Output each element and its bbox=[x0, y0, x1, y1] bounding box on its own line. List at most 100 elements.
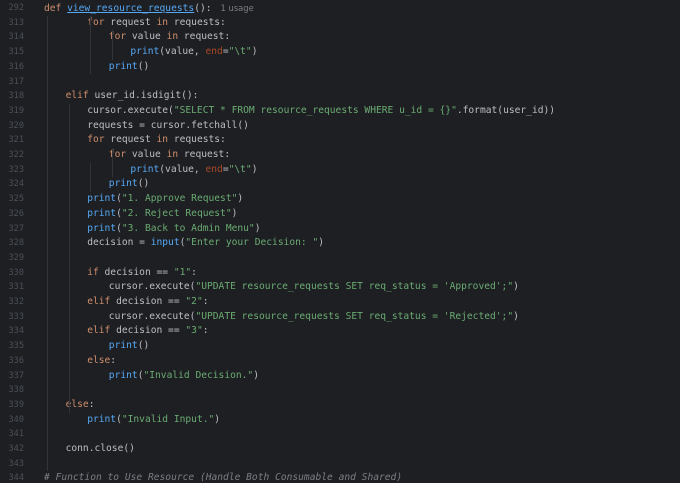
code-token: in bbox=[156, 134, 174, 146]
code-token: value bbox=[131, 149, 167, 160]
code-line[interactable]: 323 print(value, end="\t") bbox=[0, 163, 680, 178]
code-token: : bbox=[202, 296, 209, 307]
code-text: else: bbox=[66, 398, 95, 413]
usage-hint[interactable]: 1 usage bbox=[221, 3, 254, 13]
code-token: cursor.execute( bbox=[108, 310, 196, 322]
line-number: 292 bbox=[8, 3, 24, 13]
code-text: else: bbox=[87, 354, 116, 369]
code-token: requests: bbox=[173, 134, 226, 146]
code-line[interactable]: 329 bbox=[0, 251, 680, 266]
code-line[interactable]: 332 elif decision == "2": bbox=[0, 295, 680, 310]
code-token: : bbox=[191, 266, 197, 278]
code-text: elif decision == "3": bbox=[87, 324, 208, 339]
code-token: ) bbox=[214, 413, 221, 425]
code-line[interactable]: 292 def view_resource_requests(): 1 usage bbox=[0, 1, 680, 16]
code-text: for request in requests: bbox=[87, 133, 226, 148]
code-token: in bbox=[156, 16, 174, 28]
code-text: print(value, end="\t") bbox=[130, 163, 257, 178]
line-number: 313 bbox=[8, 17, 24, 28]
code-token: print bbox=[108, 340, 138, 352]
code-token: "1" bbox=[173, 266, 192, 278]
line-number: 338 bbox=[8, 385, 24, 396]
code-text: conn.close() bbox=[66, 442, 135, 457]
code-token: ) bbox=[318, 237, 325, 249]
code-token: request: bbox=[183, 149, 231, 160]
code-token: # Function to Use Resource (Handle Both … bbox=[44, 472, 403, 483]
code-token: request bbox=[110, 134, 157, 146]
code-line[interactable]: 317 bbox=[0, 75, 680, 90]
code-token: end bbox=[205, 163, 223, 175]
code-text: print() bbox=[109, 60, 149, 75]
code-editor[interactable]: 292 def view_resource_requests(): 1 usage 3… bbox=[0, 0, 680, 483]
code-line[interactable]: 330 if decision == "1": bbox=[0, 266, 680, 281]
code-token: print bbox=[87, 207, 117, 219]
code-token: decision == bbox=[116, 325, 186, 337]
code-line[interactable]: 320 requests = cursor.fetchall() bbox=[0, 119, 680, 134]
code-token: (value, bbox=[159, 46, 206, 58]
code-line[interactable]: 321 for request in requests: bbox=[0, 133, 680, 148]
code-token: : bbox=[110, 354, 117, 366]
code-text: elif user_id.isdigit(): bbox=[66, 89, 199, 104]
code-token: "UPDATE resource_requests SET req_status… bbox=[195, 281, 514, 293]
line-number: 336 bbox=[8, 355, 24, 366]
code-line[interactable]: 316 print() bbox=[0, 60, 680, 75]
code-line[interactable]: 344 # Function to Use Resource (Handle Bo… bbox=[0, 471, 680, 483]
code-token: end bbox=[205, 46, 223, 58]
code-line[interactable]: 313 for request in requests: bbox=[0, 16, 680, 31]
code-line[interactable]: 342 conn.close() bbox=[0, 442, 680, 457]
code-line[interactable]: 319 cursor.execute("SELECT * FROM resourc… bbox=[0, 104, 680, 119]
code-line[interactable]: 326 print("2. Reject Request") bbox=[0, 207, 680, 222]
code-token: requests: bbox=[173, 16, 226, 28]
line-number: 314 bbox=[8, 32, 24, 43]
code-line[interactable]: 341 bbox=[0, 427, 680, 442]
code-token: in bbox=[166, 149, 184, 160]
code-line[interactable]: 335 print() bbox=[0, 339, 680, 354]
code-line[interactable]: 334 elif decision == "3": bbox=[0, 324, 680, 339]
code-line[interactable]: 336 else: bbox=[0, 354, 680, 369]
code-line[interactable]: 339 else: bbox=[0, 398, 680, 413]
line-number: 330 bbox=[8, 267, 24, 278]
line-number: 335 bbox=[8, 341, 24, 352]
code-line[interactable]: 315 print(value, end="\t") bbox=[0, 45, 680, 60]
code-token: print bbox=[108, 178, 138, 190]
code-line[interactable]: 325 print("1. Approve Request") bbox=[0, 192, 680, 207]
code-line[interactable]: 340 print("Invalid Input.") bbox=[0, 413, 680, 428]
code-token: requests = cursor.fetchall() bbox=[87, 119, 249, 131]
code-line[interactable]: 337 print("Invalid Decision.") bbox=[0, 369, 680, 384]
code-line[interactable]: 338 bbox=[0, 383, 680, 398]
code-text: print() bbox=[109, 177, 149, 192]
line-number: 329 bbox=[8, 252, 24, 263]
code-line[interactable]: 322 for value in request: bbox=[0, 148, 680, 163]
code-token: ) bbox=[237, 193, 244, 205]
line-number: 325 bbox=[8, 194, 24, 205]
code-token: ) bbox=[254, 222, 261, 234]
line-number: 327 bbox=[8, 223, 24, 234]
code-token: print bbox=[108, 369, 138, 381]
indent-guide bbox=[90, 162, 92, 193]
code-token: "3" bbox=[185, 325, 203, 337]
code-token: "UPDATE resource_requests SET req_status… bbox=[195, 310, 514, 322]
line-number: 316 bbox=[8, 61, 24, 72]
code-line[interactable]: 343 bbox=[0, 457, 680, 472]
code-token: else bbox=[87, 354, 111, 366]
code-text: cursor.execute("SELECT * FROM resource_r… bbox=[87, 104, 555, 119]
line-number: 317 bbox=[8, 76, 24, 87]
code-line[interactable]: 327 print("3. Back to Admin Menu") bbox=[0, 222, 680, 237]
code-line[interactable]: 328 decision = input("Enter your Decision… bbox=[0, 236, 680, 251]
code-token: "Invalid Decision." bbox=[143, 369, 254, 381]
code-text: if decision == "1": bbox=[87, 266, 197, 281]
line-number: 321 bbox=[8, 135, 24, 146]
code-line[interactable]: 331 cursor.execute("UPDATE resource_reque… bbox=[0, 280, 680, 295]
code-token: view_resource_requests bbox=[67, 3, 195, 14]
code-line[interactable]: 318 elif user_id.isdigit(): bbox=[0, 89, 680, 104]
line-number: 332 bbox=[8, 297, 24, 307]
code-token: ) bbox=[251, 46, 258, 58]
code-token: request bbox=[110, 16, 157, 28]
code-token: : bbox=[88, 398, 95, 410]
code-line[interactable]: 324 print() bbox=[0, 177, 680, 192]
code-token: print bbox=[108, 60, 138, 72]
code-token: for bbox=[87, 134, 111, 146]
code-line[interactable]: 333 cursor.execute("UPDATE resource_reque… bbox=[0, 310, 680, 325]
code-token: print bbox=[87, 413, 117, 425]
code-line[interactable]: 314 for value in request: bbox=[0, 30, 680, 45]
